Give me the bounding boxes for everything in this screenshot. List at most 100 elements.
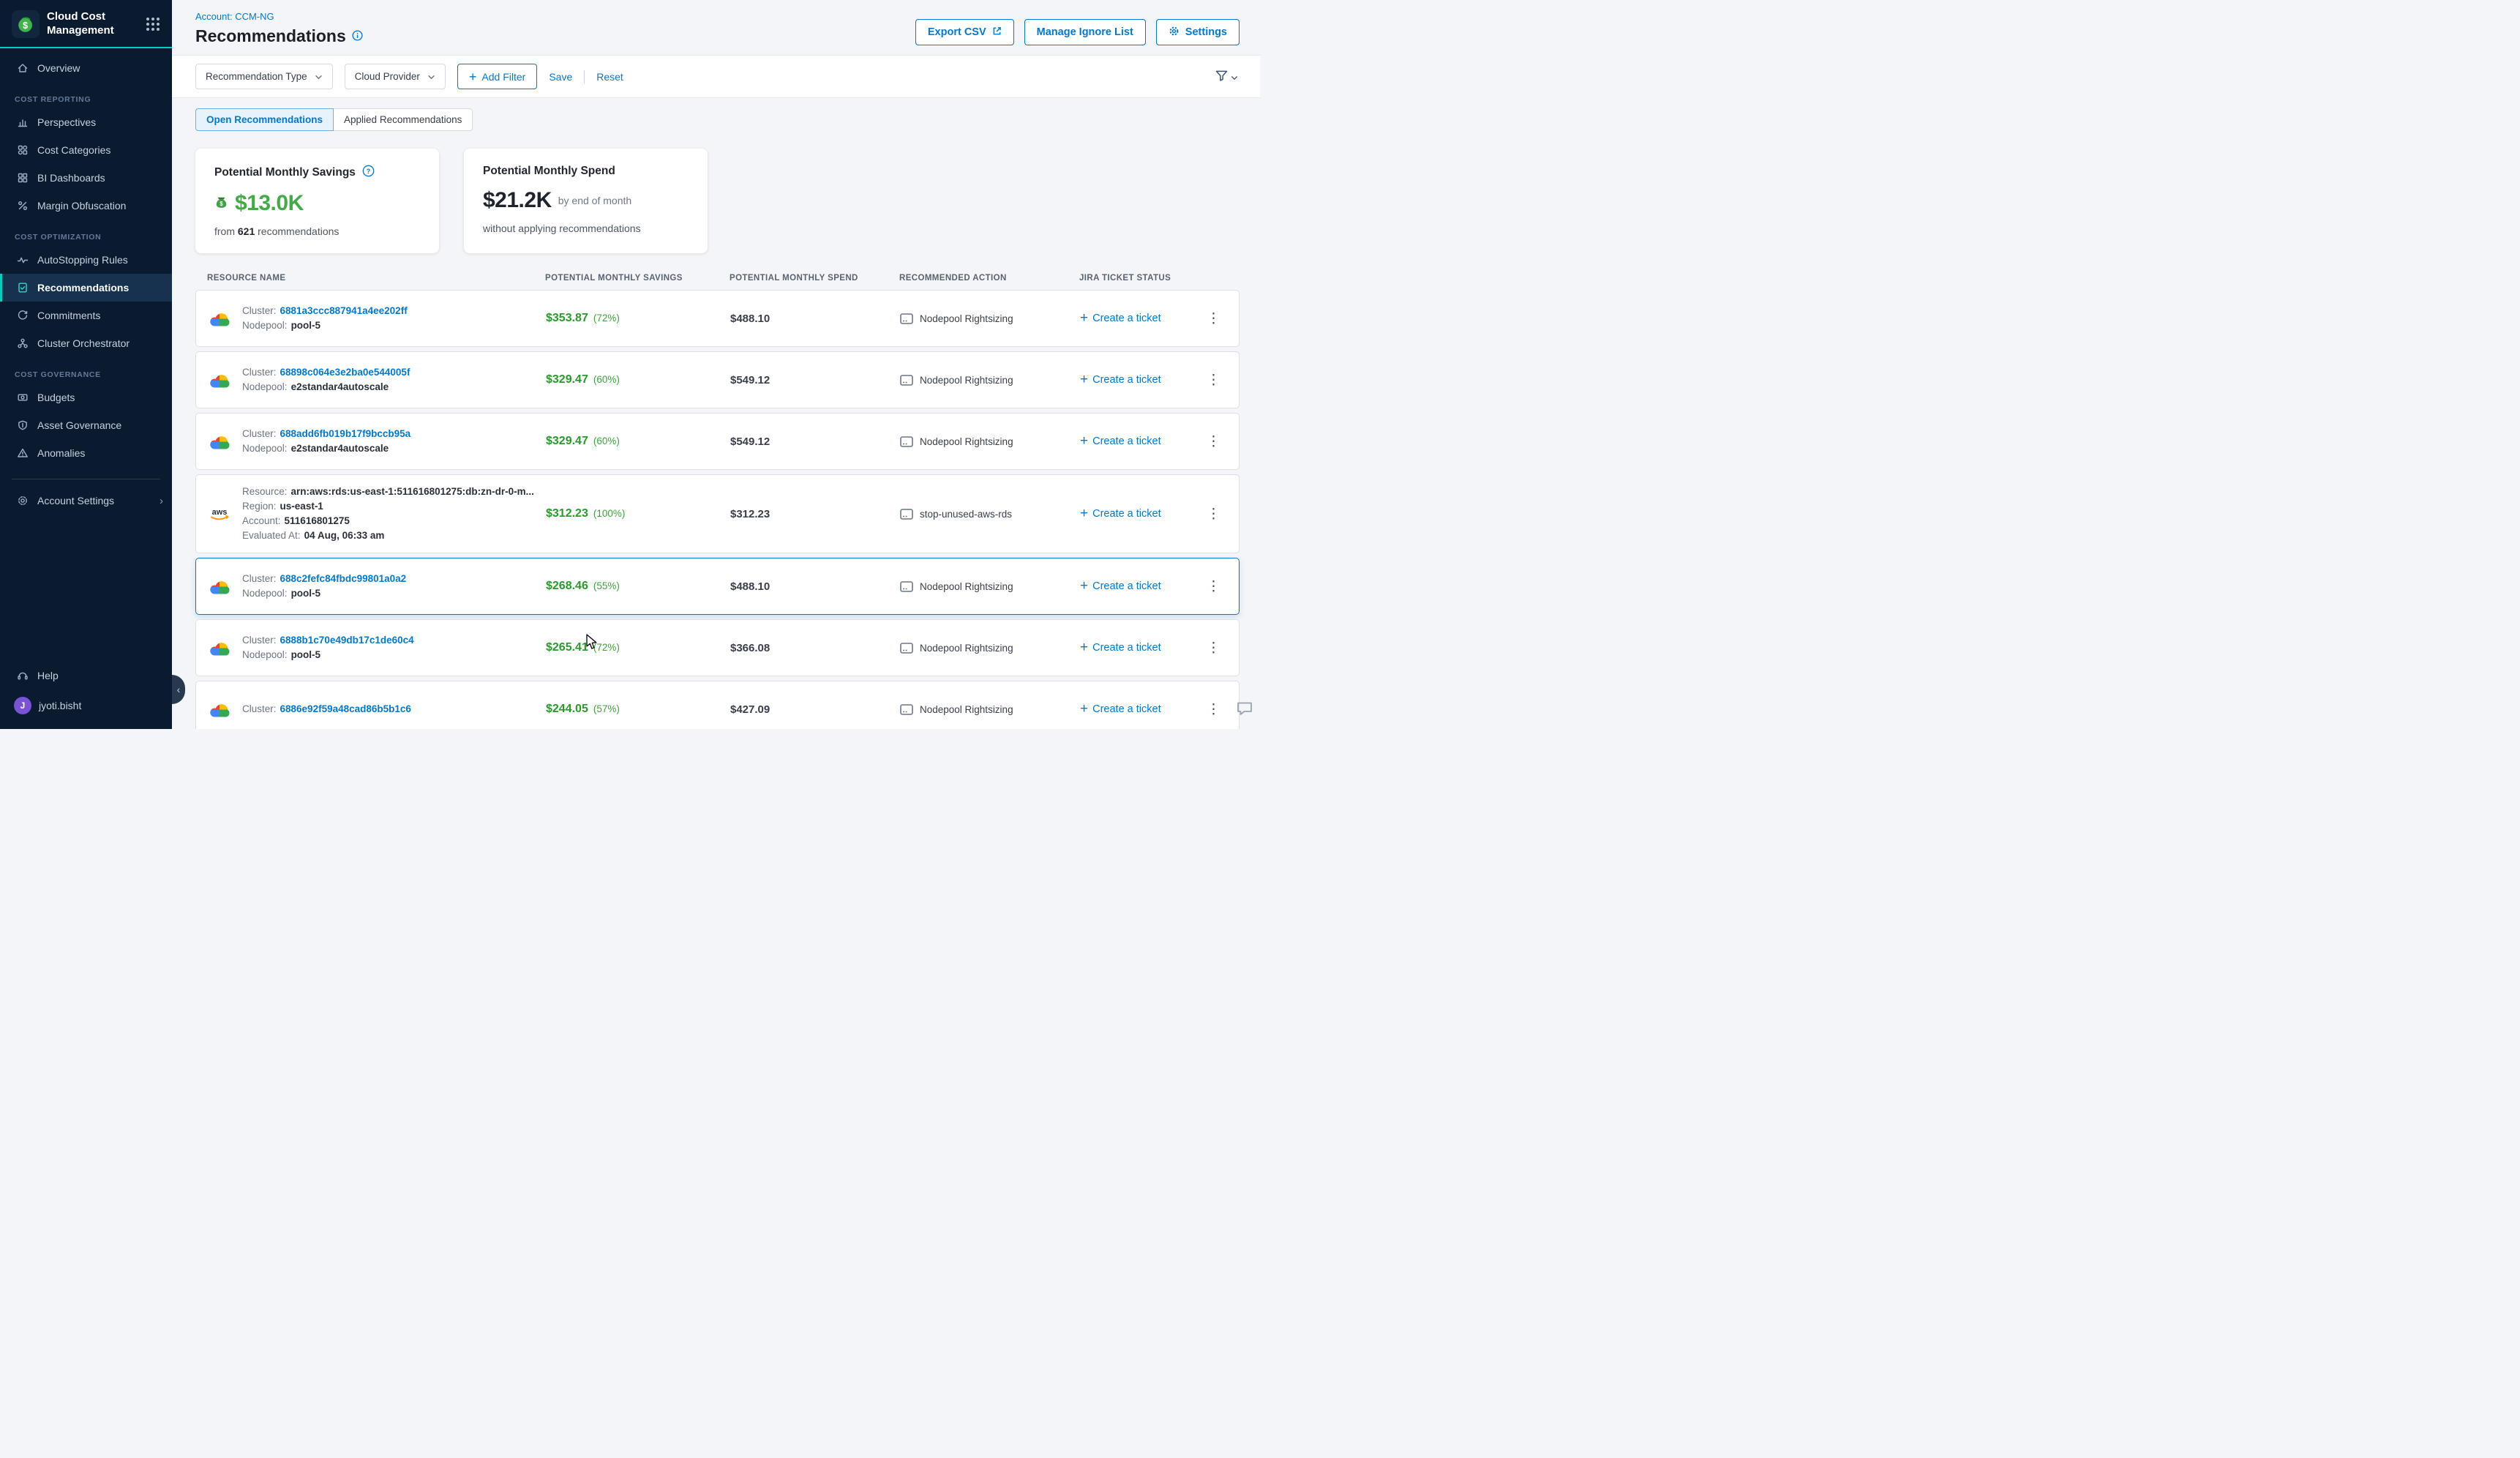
savings-amount: $353.87 bbox=[546, 312, 588, 324]
plus-icon: + bbox=[1080, 701, 1088, 717]
sidebar-item-account-settings[interactable]: Account Settings › bbox=[0, 487, 172, 515]
filter-funnel-button[interactable] bbox=[1215, 70, 1238, 83]
manage-ignore-list-button[interactable]: Manage Ignore List bbox=[1024, 19, 1146, 45]
sidebar-item-label: Margin Obfuscation bbox=[37, 200, 126, 212]
resource-label: Nodepool: bbox=[242, 441, 288, 456]
savings-percent: (57%) bbox=[593, 703, 620, 714]
resource-label: Nodepool: bbox=[242, 318, 288, 333]
potential-spend-card: Potential Monthly Spend $21.2K by end of… bbox=[464, 149, 708, 253]
recommendations-icon bbox=[16, 282, 29, 294]
sidebar-item-label: Budgets bbox=[37, 392, 75, 403]
breadcrumb-account-link[interactable]: Account: CCM-NG bbox=[195, 11, 274, 22]
create-ticket-label: Create a ticket bbox=[1092, 435, 1161, 447]
orchestrator-icon bbox=[16, 337, 29, 349]
kebab-menu-icon[interactable]: ⋮ bbox=[1201, 308, 1226, 329]
kebab-menu-icon[interactable]: ⋮ bbox=[1201, 431, 1226, 452]
sidebar-item-margin-obfuscation[interactable]: Margin Obfuscation bbox=[0, 192, 172, 220]
table-row[interactable]: Cluster:6888b1c70e49db17c1de60c4Nodepool… bbox=[195, 619, 1240, 676]
savings-percent: (100%) bbox=[593, 508, 626, 519]
chat-help-icon[interactable] bbox=[1235, 699, 1254, 720]
action-icon bbox=[900, 581, 913, 592]
sidebar-item-anomalies[interactable]: Anomalies bbox=[0, 439, 172, 467]
app-root: $ Cloud Cost Management OverviewCOST REP… bbox=[0, 0, 1260, 729]
sidebar-item-cluster-orchestrator[interactable]: Cluster Orchestrator bbox=[0, 329, 172, 357]
question-icon[interactable]: ? bbox=[362, 165, 375, 181]
resource-label: Cluster: bbox=[242, 365, 277, 380]
dropdown-label: Cloud Provider bbox=[355, 71, 420, 82]
action-icon bbox=[900, 704, 913, 715]
table-header: RESOURCE NAME POTENTIAL MONTHLY SAVINGS … bbox=[195, 274, 1240, 290]
chevron-down-icon bbox=[427, 71, 435, 82]
save-filter-link[interactable]: Save bbox=[549, 71, 572, 83]
add-filter-button[interactable]: + Add Filter bbox=[457, 64, 537, 89]
sidebar-item-label: Anomalies bbox=[37, 447, 85, 459]
col-potential-savings: POTENTIAL MONTHLY SAVINGS bbox=[545, 274, 730, 283]
sidebar-item-recommendations[interactable]: Recommendations bbox=[0, 274, 172, 302]
create-ticket-button[interactable]: +Create a ticket bbox=[1080, 433, 1161, 449]
nav-section-label: COST GOVERNANCE bbox=[15, 370, 172, 379]
resource-value: e2standar4autoscale bbox=[291, 380, 389, 395]
table-row[interactable]: Cluster:688add6fb019b17f9bccb95aNodepool… bbox=[195, 413, 1240, 470]
resource-lines: Cluster:688add6fb019b17f9bccb95aNodepool… bbox=[242, 427, 410, 456]
spend-amount: $488.10 bbox=[730, 580, 900, 593]
resource-label: Evaluated At: bbox=[242, 528, 301, 543]
plus-icon: + bbox=[1080, 640, 1088, 656]
settings-label: Settings bbox=[1185, 26, 1227, 38]
resource-label: Account: bbox=[242, 514, 281, 528]
apps-grid-icon[interactable] bbox=[144, 15, 162, 33]
savings-amount: $312.23 bbox=[546, 507, 588, 520]
cluster-link[interactable]: 68898c064e3e2ba0e544005f bbox=[280, 365, 410, 380]
create-ticket-button[interactable]: +Create a ticket bbox=[1080, 506, 1161, 522]
sidebar-item-bi-dashboards[interactable]: BI Dashboards bbox=[0, 164, 172, 192]
tab-applied-recommendations[interactable]: Applied Recommendations bbox=[333, 108, 473, 131]
kebab-menu-icon[interactable]: ⋮ bbox=[1201, 699, 1226, 720]
sidebar-item-asset-governance[interactable]: Asset Governance bbox=[0, 411, 172, 439]
cluster-link[interactable]: 688add6fb019b17f9bccb95a bbox=[280, 427, 411, 441]
gear-icon bbox=[16, 495, 29, 506]
table-row[interactable]: Cluster:688c2fefc84fbdc99801a0a2Nodepool… bbox=[195, 558, 1240, 615]
settings-button[interactable]: Settings bbox=[1156, 19, 1240, 45]
kebab-menu-icon[interactable]: ⋮ bbox=[1201, 638, 1226, 659]
resource-value: us-east-1 bbox=[280, 499, 323, 514]
cluster-link[interactable]: 6886e92f59a48cad86b5b1c6 bbox=[280, 702, 411, 717]
info-icon[interactable] bbox=[352, 30, 363, 43]
user-avatar: J bbox=[14, 697, 31, 714]
table-row[interactable]: Cluster:6886e92f59a48cad86b5b1c6 $244.05… bbox=[195, 681, 1240, 729]
spend-amount: $488.10 bbox=[730, 313, 900, 325]
sidebar-item-overview[interactable]: Overview bbox=[0, 54, 172, 82]
create-ticket-button[interactable]: +Create a ticket bbox=[1080, 640, 1161, 656]
manage-ignore-label: Manage Ignore List bbox=[1037, 26, 1133, 38]
kebab-menu-icon[interactable]: ⋮ bbox=[1201, 370, 1226, 391]
sidebar-item-budgets[interactable]: Budgets bbox=[0, 384, 172, 411]
sidebar-item-autostopping-rules[interactable]: AutoStopping Rules bbox=[0, 246, 172, 274]
cluster-link[interactable]: 6881a3ccc887941a4ee202ff bbox=[280, 304, 408, 318]
kebab-menu-icon[interactable]: ⋮ bbox=[1201, 576, 1226, 597]
cluster-link[interactable]: 6888b1c70e49db17c1de60c4 bbox=[280, 633, 414, 648]
plus-icon: + bbox=[1080, 578, 1088, 594]
sidebar-user[interactable]: J jyoti.bisht bbox=[0, 689, 172, 722]
gcp-icon bbox=[208, 310, 231, 327]
sidebar-item-commitments[interactable]: Commitments bbox=[0, 302, 172, 329]
export-csv-button[interactable]: Export CSV bbox=[915, 19, 1014, 45]
cluster-link[interactable]: 688c2fefc84fbdc99801a0a2 bbox=[280, 572, 407, 586]
reset-filter-link[interactable]: Reset bbox=[596, 71, 623, 83]
table-row[interactable]: Cluster:68898c064e3e2ba0e544005fNodepool… bbox=[195, 351, 1240, 408]
create-ticket-button[interactable]: +Create a ticket bbox=[1080, 310, 1161, 326]
tab-open-recommendations[interactable]: Open Recommendations bbox=[195, 108, 334, 131]
cloud-provider-dropdown[interactable]: Cloud Provider bbox=[345, 64, 446, 89]
sidebar-item-perspectives[interactable]: Perspectives bbox=[0, 108, 172, 136]
kebab-menu-icon[interactable]: ⋮ bbox=[1201, 504, 1226, 525]
resource-label: Cluster: bbox=[242, 427, 277, 441]
action-label: Nodepool Rightsizing bbox=[920, 704, 1013, 715]
sidebar-item-help[interactable]: Help bbox=[0, 662, 172, 689]
create-ticket-button[interactable]: +Create a ticket bbox=[1080, 372, 1161, 388]
resource-label: Cluster: bbox=[242, 572, 277, 586]
table-row[interactable]: Cluster:6881a3ccc887941a4ee202ffNodepool… bbox=[195, 290, 1240, 347]
create-ticket-button[interactable]: +Create a ticket bbox=[1080, 578, 1161, 594]
sidebar-item-cost-categories[interactable]: Cost Categories bbox=[0, 136, 172, 164]
sidebar: $ Cloud Cost Management OverviewCOST REP… bbox=[0, 0, 172, 729]
recommendation-type-dropdown[interactable]: Recommendation Type bbox=[195, 64, 333, 89]
table-row[interactable]: aws Resource:arn:aws:rds:us-east-1:51161… bbox=[195, 474, 1240, 553]
resource-lines: Cluster:6888b1c70e49db17c1de60c4Nodepool… bbox=[242, 633, 414, 662]
create-ticket-button[interactable]: +Create a ticket bbox=[1080, 701, 1161, 717]
